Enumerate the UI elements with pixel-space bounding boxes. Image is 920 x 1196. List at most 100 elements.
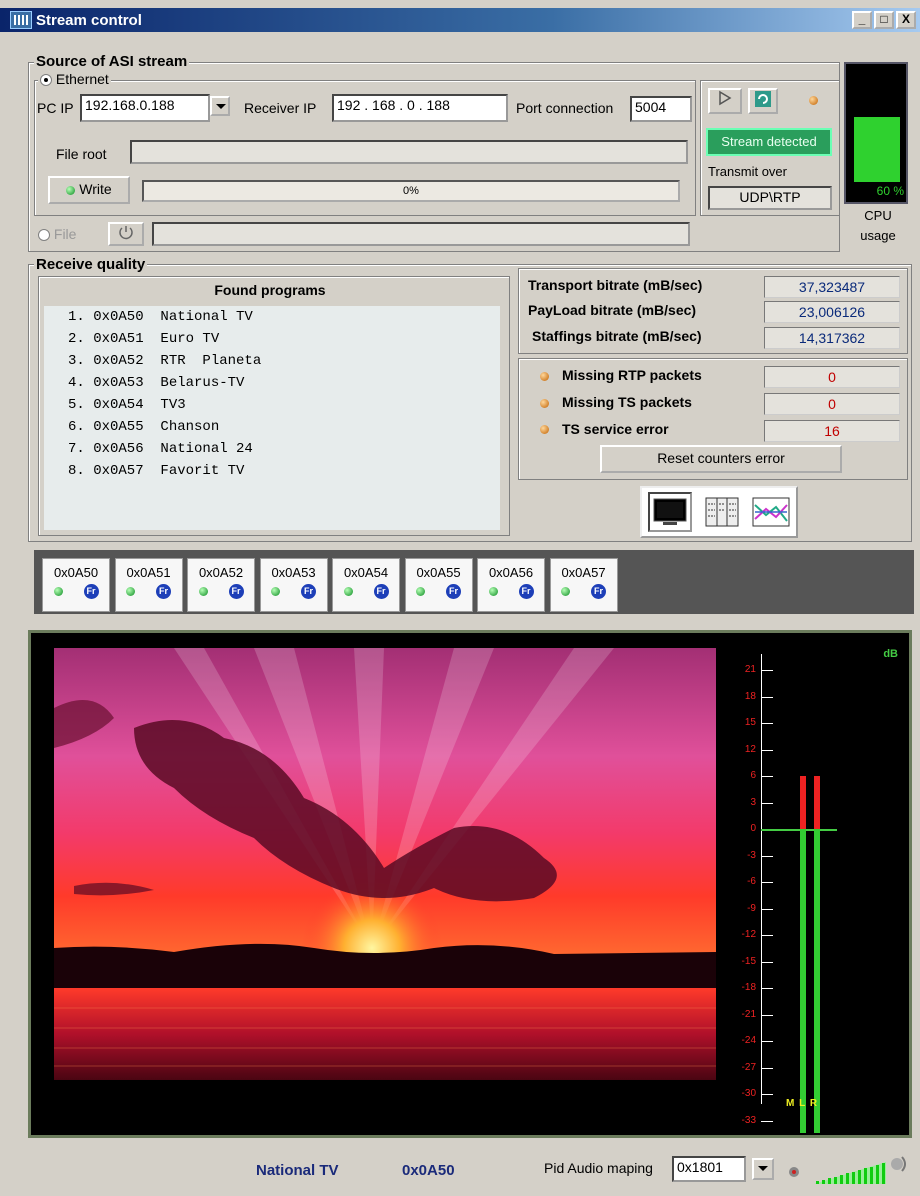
transmit-label: Transmit over (708, 164, 787, 179)
file-path-field[interactable] (152, 222, 690, 246)
meter-tick (761, 961, 773, 963)
refresh-button[interactable] (748, 88, 778, 114)
pc-ip-select[interactable]: 192.168.0.188 (80, 94, 210, 122)
meter-axis (761, 654, 762, 1104)
tab-0x0a54[interactable]: 0x0A54 Fr (332, 558, 400, 612)
file-radio[interactable]: File (38, 226, 76, 242)
meter-bar-right (814, 829, 820, 1133)
file-radio-icon (38, 229, 50, 242)
tab-0x0a50[interactable]: 0x0A50 Fr (42, 558, 110, 612)
pc-ip-label: PC IP (37, 100, 74, 116)
reset-counters-button[interactable]: Reset counters error (600, 445, 842, 473)
list-item[interactable]: 3. 0x0A52 RTR Planeta (44, 350, 500, 372)
view-toolbar (640, 486, 798, 538)
refresh-icon (755, 91, 771, 107)
meter-scale-label: -9 (747, 902, 756, 914)
write-button[interactable]: Write (48, 176, 130, 204)
write-progress-text: 0% (403, 185, 419, 197)
speaker-icon[interactable] (888, 1152, 910, 1174)
audio-settings-icon[interactable] (786, 1164, 806, 1180)
file-label: File (53, 226, 77, 242)
tab-fr-icon: Fr (518, 584, 534, 599)
tab-fr-icon: Fr (228, 584, 244, 599)
close-button[interactable]: X (896, 11, 916, 29)
current-program-name: National TV (256, 1162, 339, 1179)
tab-status-icon (561, 587, 570, 596)
list-item[interactable]: 5. 0x0A54 TV3 (44, 394, 500, 416)
meter-tick (761, 1120, 773, 1122)
meter-scale-label: 15 (744, 717, 756, 728)
meter-scale-label: 21 (744, 664, 756, 675)
current-program-pid: 0x0A50 (402, 1162, 455, 1179)
staffings-label: Staffings bitrate (mB/sec) (532, 328, 702, 344)
meter-tick (761, 882, 773, 883)
list-item[interactable]: 7. 0x0A56 National 24 (44, 438, 500, 460)
meter-tick (761, 988, 773, 989)
receiver-ip-label: Receiver IP (244, 100, 317, 116)
list-item[interactable]: 6. 0x0A55 Chanson (44, 416, 500, 438)
play-button[interactable] (708, 88, 742, 114)
tab-label: 0x0A57 (561, 565, 606, 580)
list-item[interactable]: 2. 0x0A51 Euro TV (44, 328, 500, 350)
meter-tick (761, 696, 773, 698)
meter-bar-left (800, 829, 806, 1133)
tab-0x0a57[interactable]: 0x0A57 Fr (549, 558, 618, 612)
ethernet-label: Ethernet (55, 71, 109, 87)
receiver-ip-field[interactable]: 192 . 168 . 0 . 188 (332, 94, 508, 122)
meter-tick (761, 723, 773, 724)
meter-scale-label: -12 (741, 929, 756, 940)
tab-0x0a56[interactable]: 0x0A56 Fr (477, 558, 545, 612)
file-root-field[interactable] (130, 140, 688, 164)
graph-view-icon[interactable] (752, 497, 790, 527)
meter-scale-label: -18 (741, 982, 756, 993)
list-item[interactable]: 4. 0x0A53 Belarus-TV (44, 372, 500, 394)
minimize-button[interactable]: _ (852, 11, 872, 29)
tab-status-icon (198, 587, 208, 596)
stream-indicator-icon (809, 96, 818, 105)
pc-ip-dropdown-icon[interactable] (210, 96, 230, 116)
ethernet-radio-icon (40, 74, 52, 87)
port-field[interactable]: 5004 (630, 96, 692, 122)
title-bar[interactable]: Stream control _ □ X (0, 8, 920, 32)
tab-0x0a53[interactable]: 0x0A53 Fr (259, 558, 328, 612)
pid-audio-dropdown-icon[interactable] (752, 1158, 774, 1180)
list-item[interactable]: 8. 0x0A57 Favorit TV (44, 460, 500, 482)
missing-rtp-icon (540, 372, 549, 381)
programs-list[interactable]: 1. 0x0A50 National TV 2. 0x0A51 Euro TV … (44, 306, 500, 530)
volume-level-icon[interactable] (814, 1158, 888, 1186)
tab-status-icon (53, 587, 63, 596)
play-icon (719, 90, 732, 106)
transport-value: 37,323487 (764, 276, 900, 298)
pid-audio-select[interactable]: 0x1801 (672, 1156, 746, 1182)
missing-ts-label: Missing TS packets (562, 394, 692, 410)
meter-peak-right (814, 776, 820, 829)
transport-label: Transport bitrate (mB/sec) (528, 277, 703, 293)
tab-label: 0x0A53 (271, 565, 316, 580)
tv-icon (653, 498, 687, 525)
stream-detected-badge: Stream detected (706, 128, 832, 156)
transmit-value: UDP\RTP (708, 186, 832, 210)
payload-value: 23,006126 (764, 301, 900, 323)
tab-0x0a51[interactable]: 0x0A51 Fr (114, 558, 183, 612)
tab-fr-icon: Fr (591, 584, 606, 599)
meter-scale-label: 12 (744, 743, 756, 755)
tab-label: 0x0A52 (198, 565, 244, 580)
cpu-level-bar (854, 117, 900, 182)
open-file-button[interactable] (108, 222, 144, 246)
tab-fr-icon: Fr (156, 584, 171, 599)
tv-view-button[interactable] (648, 492, 693, 532)
tab-fr-icon: Fr (301, 584, 316, 599)
write-status-icon (66, 185, 76, 195)
tab-0x0a55[interactable]: 0x0A55 Fr (404, 558, 473, 612)
meter-tick (761, 776, 773, 777)
meter-scale-label: -21 (741, 1008, 756, 1020)
missing-rtp-label: Missing RTP packets (562, 367, 702, 383)
list-item[interactable]: 1. 0x0A50 National TV (44, 306, 500, 328)
receive-group-label: Receive quality (34, 256, 148, 273)
maximize-button[interactable]: □ (874, 11, 894, 29)
table-view-icon[interactable] (705, 497, 739, 527)
write-progress: 0% (142, 180, 680, 202)
tab-0x0a52[interactable]: 0x0A52 Fr (187, 558, 255, 612)
meter-tick (761, 855, 773, 857)
ethernet-radio[interactable]: Ethernet (38, 71, 111, 87)
